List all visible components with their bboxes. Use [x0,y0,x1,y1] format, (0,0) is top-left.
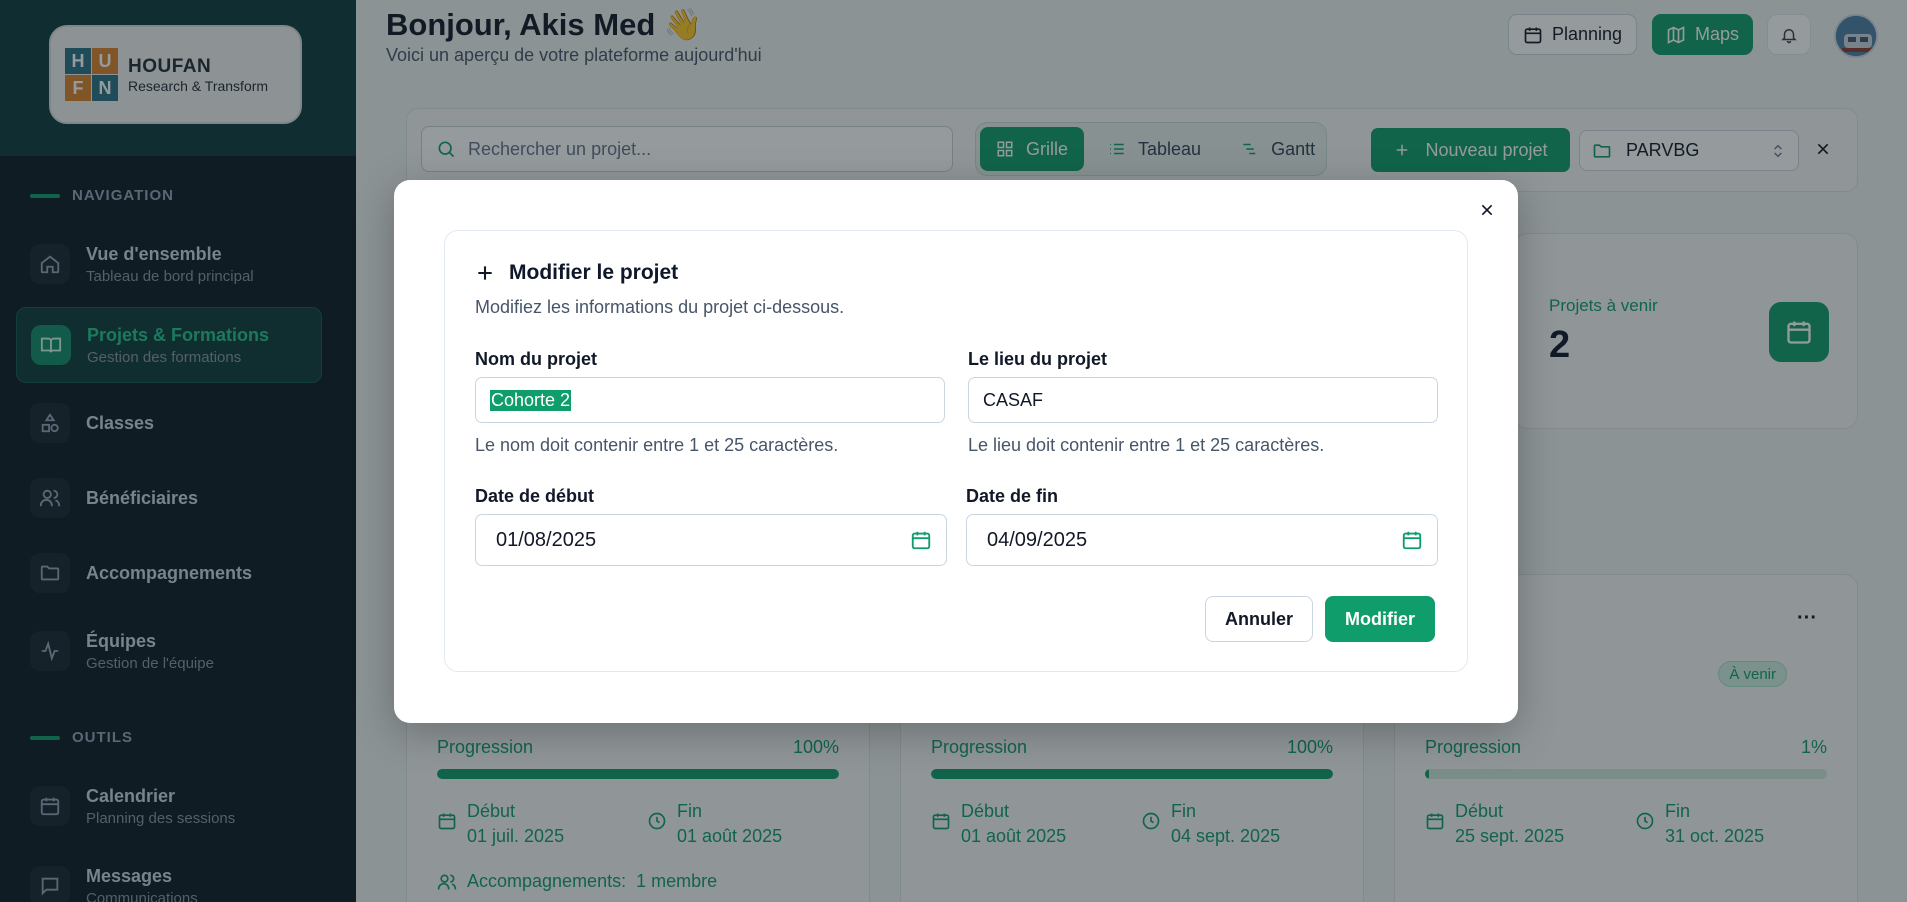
cancel-button[interactable]: Annuler [1205,596,1313,642]
project-location-label: Le lieu du projet [968,349,1108,369]
edit-project-dialog: Modifier le projet Modifiez les informat… [394,180,1518,723]
dialog-title-text: Modifier le projet [509,261,679,284]
project-name-help: Le nom doit contenir entre 1 et 25 carac… [475,435,839,455]
project-location-help: Le lieu doit contenir entre 1 et 25 cara… [968,435,1325,455]
start-date-label: Date de début [475,486,595,506]
close-dialog-button[interactable] [1479,198,1495,224]
start-date-field[interactable]: 01/08/2025 [475,514,947,566]
project-location-field[interactable]: CASAF [968,377,1438,423]
submit-button[interactable]: Modifier [1325,596,1435,642]
edit-project-form: Modifier le projet Modifiez les informat… [444,230,1468,672]
plus-icon [478,266,492,280]
dialog-title: Modifier le projet [475,261,678,285]
end-date-label: Date de fin [966,486,1059,506]
project-name-field[interactable]: Cohorte 2 [475,377,945,423]
end-date-value: 04/09/2025 [987,528,1088,551]
project-name-value: Cohorte 2 [490,389,572,411]
project-location-value: CASAF [983,389,1044,410]
end-date-field[interactable]: 04/09/2025 [966,514,1438,566]
close-icon [1481,204,1493,216]
calendar-icon[interactable] [1401,529,1423,551]
dialog-description: Modifiez les informations du projet ci-d… [475,297,845,317]
project-name-label: Nom du projet [475,349,597,369]
start-date-value: 01/08/2025 [496,528,597,551]
calendar-icon[interactable] [910,529,932,551]
